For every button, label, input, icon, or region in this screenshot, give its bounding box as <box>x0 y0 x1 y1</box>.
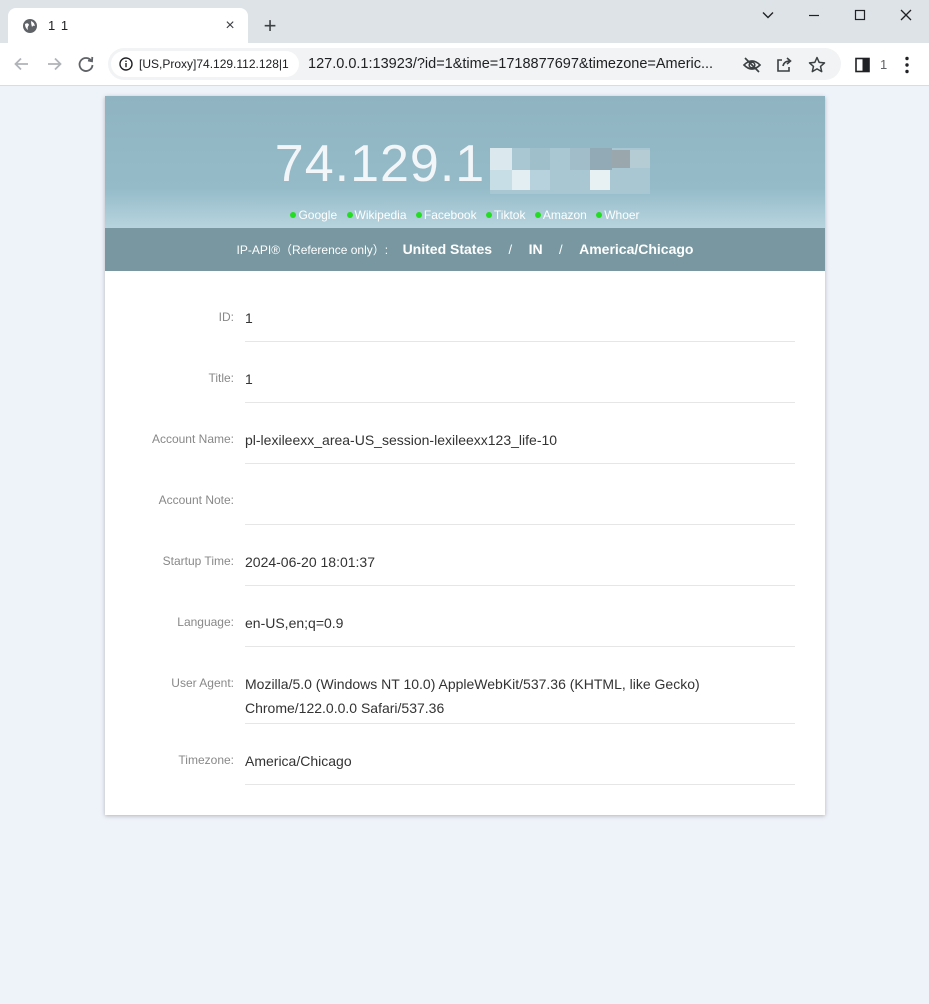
ip-visible-part: 74.129.1 <box>274 135 486 193</box>
minimize-icon[interactable] <box>801 6 827 26</box>
back-icon[interactable] <box>11 53 33 75</box>
new-tab-button[interactable]: + <box>259 15 281 37</box>
info-row-account-note: Account Note: <box>105 464 825 525</box>
info-row-timezone: Timezone: America/Chicago <box>105 724 825 785</box>
row-label: Timezone: <box>178 753 234 767</box>
tab-strip: 1 1 × + <box>0 0 929 43</box>
ip-hero: 74.129.1 Google Wikipedia Facebook Tikto… <box>105 96 825 228</box>
status-dot <box>290 212 297 218</box>
info-row-user-agent: User Agent: Mozilla/5.0 (Windows NT 10.0… <box>105 647 825 724</box>
eye-off-icon[interactable] <box>742 55 762 75</box>
site-info-chip[interactable]: [US,Proxy]74.129.112.128|1 <box>111 51 299 77</box>
redaction-pixel <box>630 150 650 168</box>
row-value: Mozilla/5.0 (Windows NT 10.0) AppleWebKi… <box>245 672 795 724</box>
reload-icon[interactable] <box>75 53 97 75</box>
side-panel-icon[interactable] <box>854 55 872 75</box>
tab-title: 1 1 <box>48 18 70 33</box>
info-row-account-name: Account Name: pl-lexileexx_area-US_sessi… <box>105 403 825 464</box>
tab-search-icon[interactable] <box>755 6 781 26</box>
info-row-title: Title: 1 <box>105 342 825 403</box>
redaction-pixel <box>590 148 612 170</box>
geo-region: IN <box>528 241 543 257</box>
link-wikipedia[interactable]: Wikipedia <box>346 208 407 222</box>
status-dot <box>596 212 603 218</box>
redaction-pixel <box>490 170 512 190</box>
status-dot <box>485 212 492 218</box>
row-value: 2024-06-20 18:01:37 <box>245 550 795 586</box>
geo-timezone: America/Chicago <box>579 241 694 257</box>
row-value: 1 <box>245 367 795 403</box>
redaction-pixel <box>612 150 630 168</box>
link-whoer[interactable]: Whoer <box>596 208 640 222</box>
link-amazon[interactable]: Amazon <box>534 208 587 222</box>
info-row-id: ID: 1 <box>105 281 825 342</box>
url-text[interactable]: 127.0.0.1:13923/?id=1&time=1718877697&ti… <box>308 56 738 72</box>
close-window-icon[interactable] <box>893 6 919 26</box>
tab-close-icon[interactable]: × <box>222 17 238 34</box>
address-bar[interactable]: [US,Proxy]74.129.112.128|1 127.0.0.1:139… <box>108 48 841 80</box>
bookmark-star-icon[interactable] <box>807 55 827 75</box>
geo-info-bar: IP-API®（Reference only）: United States /… <box>105 228 825 271</box>
geo-source-label: IP-API®（Reference only）: <box>236 243 389 257</box>
info-icon <box>119 57 133 71</box>
link-google[interactable]: Google <box>290 208 337 222</box>
row-label: Startup Time: <box>162 554 234 568</box>
share-icon[interactable] <box>774 55 794 75</box>
row-label: Language: <box>177 615 234 629</box>
redaction-pixel <box>570 148 590 170</box>
row-value: America/Chicago <box>245 749 795 785</box>
quick-links: Google Wikipedia Facebook Tiktok Amazon … <box>105 208 825 222</box>
geo-country: United States <box>402 241 493 257</box>
row-label: Title: <box>208 371 234 385</box>
link-facebook[interactable]: Facebook <box>415 208 477 222</box>
maximize-icon[interactable] <box>847 6 873 26</box>
link-tiktok[interactable]: Tiktok <box>485 208 525 222</box>
forward-icon[interactable] <box>43 53 65 75</box>
row-value: en-US,en;q=0.9 <box>245 611 795 647</box>
menu-kebab-icon[interactable] <box>899 55 915 75</box>
geo-separator: / <box>508 242 513 257</box>
status-dot <box>534 212 541 218</box>
row-label: User Agent: <box>171 676 234 690</box>
info-rows: ID: 1 Title: 1 Account Name: pl-lexileex… <box>105 281 825 785</box>
row-value: 1 <box>245 306 795 342</box>
site-info-text: [US,Proxy]74.129.112.128|1 <box>139 57 289 71</box>
status-dot <box>415 212 422 218</box>
info-row-startup-time: Startup Time: 2024-06-20 18:01:37 <box>105 525 825 586</box>
browser-toolbar: [US,Proxy]74.129.112.128|1 127.0.0.1:139… <box>0 43 929 86</box>
redaction-pixel <box>590 170 610 190</box>
browser-tab[interactable]: 1 1 × <box>8 8 248 43</box>
redaction-pixel <box>530 170 550 190</box>
redaction-pixel <box>490 148 512 170</box>
row-label: Account Note: <box>158 493 234 507</box>
row-value <box>245 489 795 525</box>
geo-separator: / <box>559 242 563 257</box>
redaction-pixel <box>530 148 550 170</box>
info-card: 74.129.1 Google Wikipedia Facebook Tikto… <box>105 96 825 815</box>
row-label: ID: <box>218 310 234 324</box>
redaction-pixel <box>512 170 530 190</box>
ip-address: 74.129.1 <box>105 134 825 194</box>
status-dot <box>346 212 353 218</box>
profile-count[interactable]: 1 <box>880 57 887 72</box>
globe-icon <box>23 18 37 33</box>
row-label: Account Name: <box>151 432 234 446</box>
row-value: pl-lexileexx_area-US_session-lexileexx12… <box>245 428 795 464</box>
info-row-language: Language: en-US,en;q=0.9 <box>105 586 825 647</box>
